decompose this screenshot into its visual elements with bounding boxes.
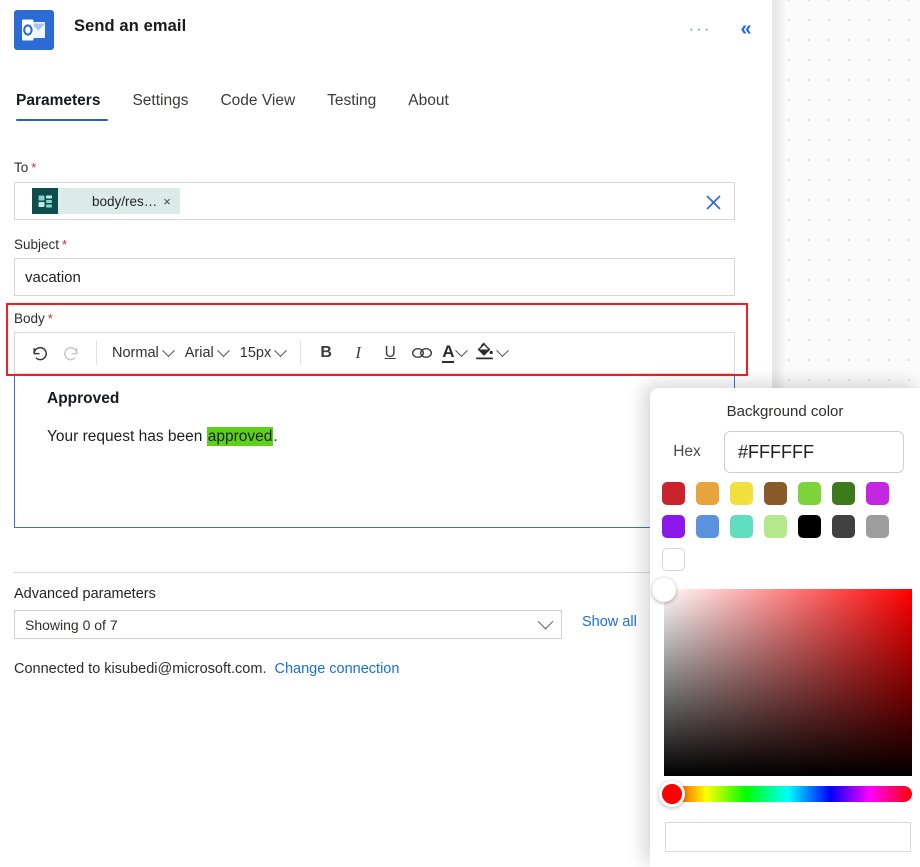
italic-button[interactable]: I	[342, 337, 374, 369]
chevron-down-icon	[538, 614, 554, 630]
body-text-after: .	[273, 428, 277, 445]
color-swatch[interactable]	[730, 515, 753, 538]
sv-black-overlay	[664, 589, 912, 776]
body-highlighted-text: approved	[207, 427, 274, 446]
to-token-label: body/res…	[58, 194, 163, 209]
subject-input[interactable]	[14, 258, 735, 296]
advanced-parameters-dropdown[interactable]: Showing 0 of 7	[14, 610, 562, 639]
body-heading: Approved	[47, 390, 716, 408]
redo-icon[interactable]	[55, 337, 87, 369]
outlook-icon	[14, 10, 54, 50]
link-icon[interactable]	[406, 337, 438, 369]
fill-bucket-icon	[474, 340, 495, 366]
app-root: Send an email ··· « Parameters Settings …	[0, 0, 920, 867]
tab-settings[interactable]: Settings	[116, 88, 204, 121]
color-swatch[interactable]	[696, 515, 719, 538]
hex-label: Hex	[650, 443, 724, 461]
background-color-button[interactable]	[470, 340, 511, 366]
color-swatch[interactable]	[832, 482, 855, 505]
italic-label: I	[355, 343, 361, 363]
background-color-picker-flyout: Background color Hex	[650, 388, 920, 867]
tab-testing[interactable]: Testing	[311, 88, 392, 121]
more-options-icon[interactable]: ···	[683, 13, 717, 45]
to-clear-icon[interactable]	[700, 189, 726, 215]
connection-status: Connected to kisubedi@microsoft.com. Chan…	[14, 661, 399, 677]
color-swatch[interactable]	[696, 482, 719, 505]
saturation-value-area[interactable]	[664, 589, 912, 776]
color-picker-text-input[interactable]	[665, 822, 911, 852]
color-swatch[interactable]	[764, 482, 787, 505]
advanced-parameters-label: Advanced parameters	[14, 586, 156, 602]
underline-button[interactable]: U	[374, 337, 406, 369]
color-swatch[interactable]	[866, 482, 889, 505]
body-required-marker: *	[48, 311, 53, 326]
change-connection-link[interactable]: Change connection	[274, 661, 399, 677]
body-label-text: Body	[14, 311, 45, 326]
bold-label: B	[320, 344, 332, 362]
to-token-remove-icon[interactable]: ×	[163, 194, 180, 209]
font-family-value: Arial	[185, 345, 214, 361]
dynamic-content-icon	[32, 188, 58, 214]
subject-required-marker: *	[62, 237, 67, 252]
font-size-dropdown[interactable]: 15px	[234, 338, 291, 368]
body-field-label: Body*	[14, 311, 53, 326]
hex-input[interactable]	[724, 431, 904, 473]
bold-button[interactable]: B	[310, 337, 342, 369]
to-field-label: To*	[14, 160, 36, 175]
color-swatch[interactable]	[866, 515, 889, 538]
chevron-down-icon	[456, 344, 469, 357]
toolbar-divider-1	[96, 341, 97, 365]
tab-list: Parameters Settings Code View Testing Ab…	[14, 88, 465, 121]
color-swatch[interactable]	[798, 515, 821, 538]
connection-text: Connected to kisubedi@microsoft.com.	[14, 661, 266, 677]
show-all-link[interactable]: Show all	[582, 614, 637, 630]
hue-slider[interactable]	[664, 786, 912, 802]
collapse-panel-icon[interactable]: «	[729, 13, 763, 45]
chevron-down-icon	[217, 344, 230, 357]
color-swatch[interactable]	[730, 482, 753, 505]
hex-row: Hex	[650, 430, 920, 474]
font-size-value: 15px	[240, 345, 271, 361]
color-swatch[interactable]	[662, 515, 685, 538]
color-swatch[interactable]	[832, 515, 855, 538]
chevron-down-icon	[162, 344, 175, 357]
underline-label: U	[385, 344, 396, 362]
chevron-down-icon	[274, 344, 287, 357]
color-swatch[interactable]	[662, 482, 685, 505]
font-color-button[interactable]: A	[438, 343, 470, 363]
card-header: Send an email ··· «	[0, 0, 775, 60]
section-divider	[14, 572, 735, 573]
page-title: Send an email	[74, 17, 186, 36]
font-family-dropdown[interactable]: Arial	[179, 338, 234, 368]
header-actions: ··· «	[683, 13, 763, 45]
tab-code-view[interactable]: Code View	[204, 88, 311, 121]
paragraph-style-value: Normal	[112, 345, 159, 361]
toolbar-divider-2	[300, 341, 301, 365]
color-swatch-grid	[662, 482, 912, 571]
color-swatch[interactable]	[662, 548, 685, 571]
chevron-down-icon	[497, 344, 510, 357]
sv-handle[interactable]	[652, 578, 676, 602]
to-label-text: To	[14, 160, 28, 175]
to-token-chip[interactable]: body/res… ×	[32, 188, 180, 214]
color-swatch[interactable]	[798, 482, 821, 505]
hue-slider-handle[interactable]	[659, 781, 685, 807]
body-paragraph: Your request has been approved.	[47, 428, 716, 446]
body-rich-text-editor[interactable]: Approved Your request has been approved.	[14, 376, 735, 528]
font-color-label: A	[442, 343, 454, 363]
undo-icon[interactable]	[23, 337, 55, 369]
to-required-marker: *	[31, 160, 36, 175]
body-text-before: Your request has been	[47, 428, 207, 445]
color-swatch[interactable]	[764, 515, 787, 538]
tab-about[interactable]: About	[392, 88, 465, 121]
tab-parameters[interactable]: Parameters	[14, 88, 116, 121]
subject-label-text: Subject	[14, 237, 59, 252]
to-input[interactable]: body/res… ×	[14, 182, 735, 220]
paragraph-style-dropdown[interactable]: Normal	[106, 338, 179, 368]
advanced-parameters-value: Showing 0 of 7	[25, 617, 118, 633]
color-picker-title: Background color	[650, 403, 920, 420]
rich-text-toolbar: Normal Arial 15px B I U	[14, 332, 735, 374]
subject-field-label: Subject*	[14, 237, 67, 252]
